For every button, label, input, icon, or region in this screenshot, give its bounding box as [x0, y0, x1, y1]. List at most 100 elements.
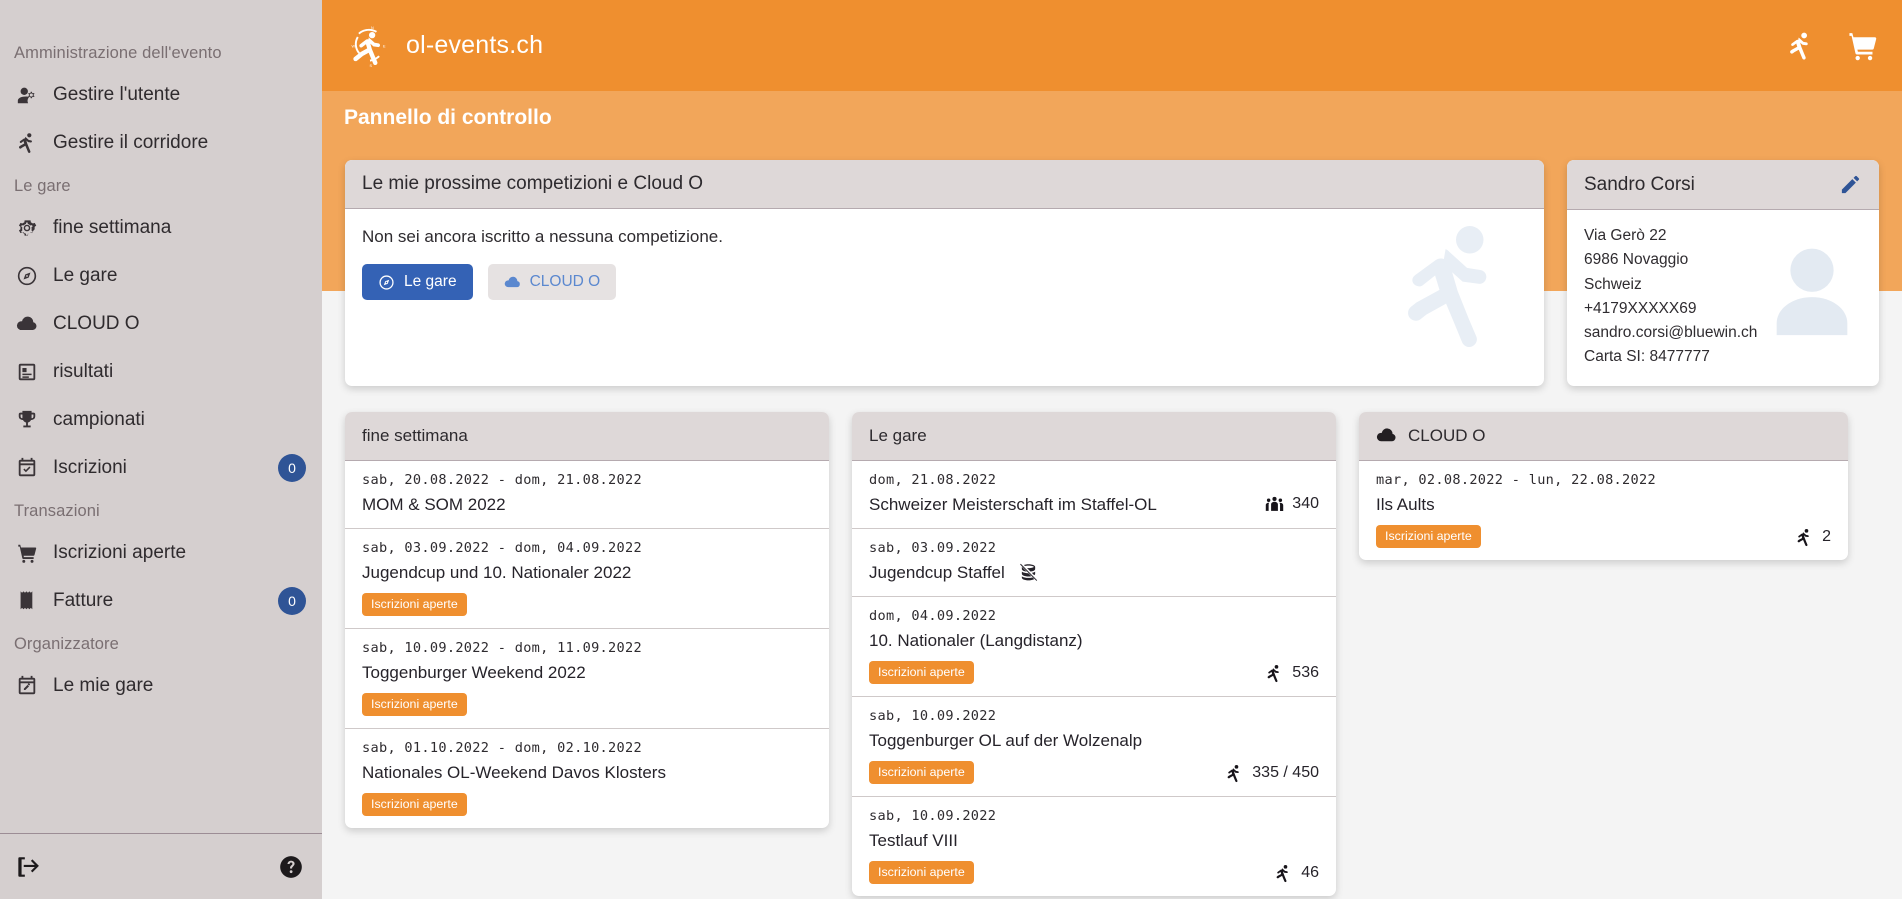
sidebar-nav: Amministrazione dell'evento Gestire l'ute… — [0, 0, 322, 833]
profile-name: Sandro Corsi — [1584, 173, 1695, 195]
participant-count-value: 46 — [1301, 864, 1319, 882]
event-date: dom, 04.09.2022 — [869, 607, 997, 624]
event-left: Jugendcup und 10. Nationaler 2022 Iscrizi… — [362, 562, 812, 616]
sidebar-item-le-gare[interactable]: Le gare — [0, 252, 322, 300]
upcoming-action-buttons: Le gare CLOUD O — [362, 264, 1527, 300]
sidebar-item-label: CLOUD O — [53, 313, 140, 334]
profile-line: 6986 Novaggio — [1584, 251, 1689, 269]
le-gare-button[interactable]: Le gare — [362, 264, 473, 300]
app-root: Amministrazione dell'evento Gestire l'ute… — [0, 0, 1902, 899]
sidebar-item-iscrizioni-aperte[interactable]: Iscrizioni aperte — [0, 529, 322, 577]
status-badge: Iscrizioni aperte — [362, 592, 467, 616]
button-label: Le gare — [404, 273, 457, 290]
sidebar: Amministrazione dell'evento Gestire l'ute… — [0, 0, 322, 899]
profile-card-body: Via Gerò 22 6986 Novaggio Schweiz +4179XXXX… — [1567, 210, 1879, 386]
event-date: dom, 21.08.2022 — [869, 471, 997, 488]
event-title: Toggenburger OL auf der Wolzenalp — [869, 730, 1143, 750]
participant-count-value: 340 — [1292, 495, 1319, 513]
event-left: Toggenburger Weekend 2022 Iscrizioni aper… — [362, 662, 812, 716]
help-circle-icon[interactable] — [278, 854, 304, 880]
event-title-row: 10. Nationaler (Langdistanz) — [869, 630, 1253, 652]
brand-link[interactable]: N W E S ol-events.ch — [344, 22, 544, 70]
calendar-check-icon — [14, 455, 40, 481]
event-title-row: Testlauf VIII — [869, 830, 1262, 852]
event-row[interactable]: sab, 10.09.2022 Toggenburger OL auf der W… — [852, 697, 1336, 797]
event-participant-count: 46 — [1262, 864, 1319, 884]
pencil-icon[interactable] — [1839, 173, 1862, 196]
sidebar-item-fine-settimana[interactable]: fine settimana — [0, 204, 322, 252]
event-title-row: Ils Aults — [1376, 494, 1783, 516]
event-participant-count: 340 — [1253, 494, 1319, 515]
sidebar-item-label: campionati — [53, 409, 145, 430]
sidebar-item-fatture[interactable]: Fatture 0 — [0, 577, 322, 625]
event-row[interactable]: sab, 10.09.2022 Testlauf VIII Iscrizioni a… — [852, 797, 1336, 896]
status-badge: Iscrizioni aperte — [869, 860, 974, 884]
top-bar: N W E S ol-events.ch — [322, 0, 1902, 91]
sidebar-item-badge: 0 — [278, 454, 306, 482]
event-title-row: Nationales OL-Weekend Davos Klosters — [362, 762, 812, 784]
event-list-title: CLOUD O — [1408, 425, 1486, 445]
participant-count-value: 536 — [1292, 664, 1319, 682]
event-row[interactable]: sab, 01.10.2022 - dom, 02.10.2022 Nationa… — [345, 729, 829, 828]
event-row[interactable]: sab, 10.09.2022 - dom, 11.09.2022 Toggenb… — [345, 629, 829, 729]
event-column: CLOUD O mar, 02.08.2022 - lun, 22.08.2022… — [1359, 411, 1848, 560]
event-left: Jugendcup Staffel — [869, 562, 1319, 584]
event-participant-count: 335 / 450 — [1213, 764, 1319, 784]
event-row[interactable]: dom, 21.08.2022 Schweizer Meisterschaft i… — [852, 461, 1336, 529]
upcoming-card-body: Non sei ancora iscritto a nessuna compet… — [345, 209, 1544, 350]
runner-icon — [1265, 664, 1284, 683]
event-main: Jugendcup Staffel — [869, 562, 1319, 584]
gear-icon — [14, 215, 40, 241]
page-title: Pannello di controllo — [344, 106, 552, 129]
event-date: sab, 03.09.2022 — [869, 539, 997, 556]
event-main: Toggenburger OL auf der Wolzenalp Iscrizi… — [869, 730, 1319, 784]
event-date: sab, 10.09.2022 — [869, 707, 997, 724]
event-column: fine settimana sab, 20.08.2022 - dom, 21.… — [345, 411, 829, 828]
sidebar-item-cloud-o[interactable]: CLOUD O — [0, 300, 322, 348]
event-row[interactable]: sab, 03.09.2022 - dom, 04.09.2022 Jugendc… — [345, 529, 829, 629]
nav-group-label: Organizzatore — [14, 635, 119, 653]
sidebar-item-campionati[interactable]: campionati — [0, 396, 322, 444]
sidebar-item-gestire-l-utente[interactable]: Gestire l'utente — [0, 71, 322, 119]
sidebar-item-iscrizioni[interactable]: Iscrizioni 0 — [0, 444, 322, 492]
runner-icon[interactable] — [1786, 31, 1816, 61]
event-main: 10. Nationaler (Langdistanz) Iscrizioni a… — [869, 630, 1319, 684]
event-title-row: MOM & SOM 2022 — [362, 494, 812, 516]
event-participant-count: 536 — [1253, 664, 1319, 684]
svg-text:S: S — [370, 64, 373, 68]
shopping-cart-icon — [14, 540, 40, 566]
cloud-icon — [1376, 425, 1397, 446]
sidebar-item-label: fine settimana — [53, 217, 172, 238]
logout-icon[interactable] — [14, 854, 40, 880]
sidebar-item-label: Iscrizioni — [53, 457, 127, 478]
event-row[interactable]: sab, 20.08.2022 - dom, 21.08.2022 MOM & S… — [345, 461, 829, 529]
main-area: N W E S ol-events.ch Pannello di control… — [322, 0, 1902, 899]
event-columns: fine settimana sab, 20.08.2022 - dom, 21.… — [345, 386, 1879, 896]
cloud-o-button[interactable]: CLOUD O — [487, 264, 617, 300]
event-title: 10. Nationaler (Langdistanz) — [869, 630, 1083, 650]
shopping-cart-icon[interactable] — [1846, 29, 1879, 62]
event-row[interactable]: dom, 04.09.2022 10. Nationaler (Langdista… — [852, 597, 1336, 697]
event-title-row: Schweizer Meisterschaft im Staffel-OL — [869, 494, 1253, 516]
page-header-bar: Pannello di controllo — [322, 91, 1902, 145]
event-row[interactable]: sab, 03.09.2022 Jugendcup Staffel — [852, 529, 1336, 597]
sidebar-item-le-mie-gare[interactable]: Le mie gare — [0, 662, 322, 710]
nav-group-label: Transazioni — [14, 502, 100, 520]
sidebar-item-label: Le mie gare — [53, 675, 154, 696]
event-title-row: Jugendcup und 10. Nationaler 2022 — [362, 562, 812, 584]
nav-group-label: Amministrazione dell'evento — [14, 44, 222, 62]
event-date: sab, 10.09.2022 — [869, 807, 997, 824]
receipt-icon — [14, 588, 40, 614]
event-main: Toggenburger Weekend 2022 Iscrizioni aper… — [362, 662, 812, 716]
profile-card-header: Sandro Corsi — [1567, 160, 1879, 210]
participant-count-value: 2 — [1822, 528, 1831, 546]
event-row[interactable]: mar, 02.08.2022 - lun, 22.08.2022 Ils Aul… — [1359, 461, 1848, 560]
event-title-row: Toggenburger OL auf der Wolzenalp — [869, 730, 1213, 752]
status-badge: Iscrizioni aperte — [869, 660, 974, 684]
event-title: Jugendcup Staffel — [869, 562, 1005, 582]
sidebar-item-gestire-il-corridore[interactable]: Gestire il corridore — [0, 119, 322, 167]
upcoming-competitions-card: Le mie prossime competizioni e Cloud O N… — [345, 160, 1544, 386]
sidebar-item-risultati[interactable]: risultati — [0, 348, 322, 396]
top-bar-actions — [1786, 29, 1879, 62]
event-main: MOM & SOM 2022 — [362, 494, 812, 516]
